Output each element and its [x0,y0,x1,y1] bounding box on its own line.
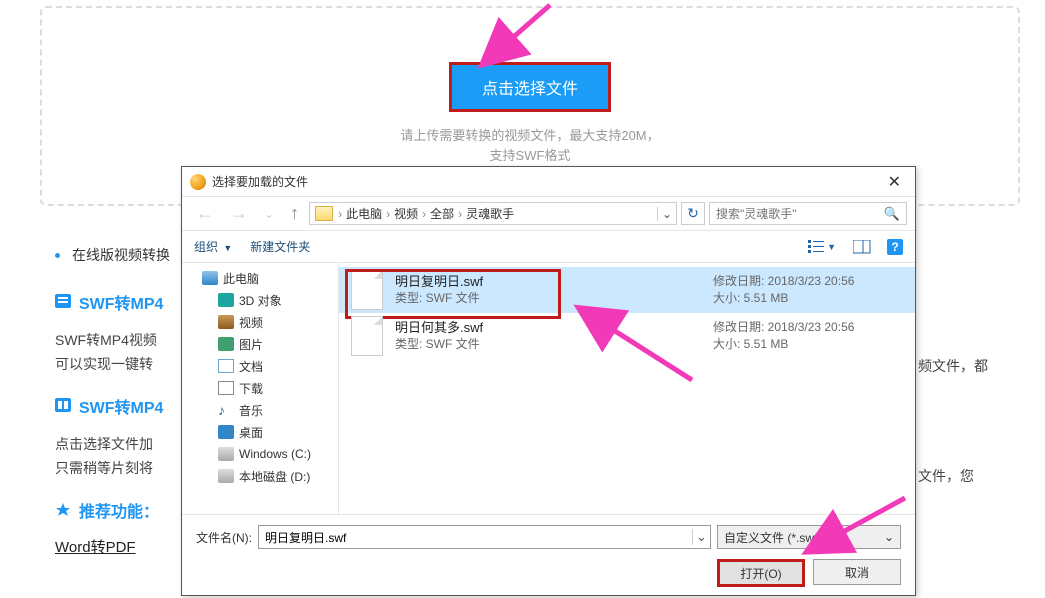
filename-history-icon[interactable]: ⌄ [692,529,710,545]
dialog-sidebar: 此电脑 3D 对象视频图片文档下载♪音乐桌面Windows (C:)本地磁盘 (… [182,263,339,514]
sidebar-item[interactable]: 3D 对象 [182,289,338,311]
help-icon[interactable]: ? [887,239,903,255]
sidebar-item[interactable]: 下载 [182,377,338,399]
upload-hint: 请上传需要转换的视频文件，最大支持20M，支持SWF格式 [42,126,1018,166]
preview-pane-icon[interactable] [847,236,877,258]
3d-icon [218,293,234,307]
video-icon [218,315,234,329]
nav-back-icon[interactable]: ← [190,201,220,226]
sidebar-item[interactable]: 视频 [182,311,338,333]
disk-icon [218,469,234,483]
crumb-folder[interactable]: 灵魂歌手 [462,205,518,222]
file-icon [351,270,383,310]
dialog-footer: 文件名(N): ⌄ 自定义文件 (*.swf)⌄ 打开(O) 取消 [182,515,915,595]
file-row[interactable]: 明日复明日.swf 类型: SWF 文件 修改日期: 2018/3/23 20:… [339,267,915,313]
select-file-button[interactable]: 点击选择文件 [449,62,611,112]
nav-up-icon[interactable]: ↑ [284,201,305,226]
filename-input-wrapper[interactable]: ⌄ [258,525,711,549]
para-2-tail: 文件，您 [918,466,974,486]
filename-input[interactable] [259,530,692,544]
folder-icon [315,206,333,221]
breadcrumb[interactable]: › 此电脑› 视频› 全部› 灵魂歌手 ⌄ [309,202,677,225]
file-type: 类型: SWF 文件 [395,336,713,353]
cancel-button[interactable]: 取消 [813,559,901,585]
file-type: 类型: SWF 文件 [395,290,713,307]
crumb-videos[interactable]: 视频 [390,205,422,222]
file-name: 明日复明日.swf [395,273,713,290]
dialog-title: 选择要加载的文件 [212,173,880,190]
nav-forward-icon[interactable]: → [224,201,254,226]
sidebar-item[interactable]: 桌面 [182,421,338,443]
music-icon: ♪ [218,403,234,417]
file-open-dialog: 选择要加载的文件 ✕ ← → ⌄ ↑ › 此电脑› 视频› 全部› 灵魂歌手 ⌄… [181,166,916,596]
file-size: 大小: 5.51 MB [713,290,903,307]
organize-menu[interactable]: 组织 ▼ [194,238,232,255]
nav-recent-icon[interactable]: ⌄ [258,205,280,223]
dialog-titlebar: 选择要加载的文件 ✕ [182,167,915,197]
refresh-icon[interactable]: ↻ [681,202,705,225]
recommend-link[interactable]: Word转PDF [55,539,136,556]
sidebar-item[interactable]: ♪音乐 [182,399,338,421]
app-icon [190,174,206,190]
sidebar-item[interactable]: 图片 [182,333,338,355]
file-icon [351,316,383,356]
breadcrumb-dropdown-icon[interactable]: ⌄ [657,207,676,221]
sidebar-item[interactable]: Windows (C:) [182,443,338,465]
desktop-icon [218,425,234,439]
file-list: 明日复明日.swf 类型: SWF 文件 修改日期: 2018/3/23 20:… [339,263,915,514]
dialog-navbar: ← → ⌄ ↑ › 此电脑› 视频› 全部› 灵魂歌手 ⌄ ↻ 🔍 [182,197,915,231]
sidebar-item[interactable]: 文档 [182,355,338,377]
search-input[interactable] [710,207,878,221]
search-icon[interactable]: 🔍 [878,206,906,222]
search-box[interactable]: 🔍 [709,202,907,225]
dl-icon [218,381,234,395]
view-mode-icon[interactable]: ▼ [807,236,837,258]
file-name: 明日何其多.swf [395,319,713,336]
file-row[interactable]: 明日何其多.swf 类型: SWF 文件 修改日期: 2018/3/23 20:… [339,313,915,359]
crumb-pc[interactable]: 此电脑 [342,205,386,222]
filename-label: 文件名(N): [196,529,252,546]
doc-icon [218,359,234,373]
sidebar-item[interactable]: 本地磁盘 (D:) [182,465,338,487]
disk-icon [218,447,234,461]
file-size: 大小: 5.51 MB [713,336,903,353]
sidebar-item-this-pc[interactable]: 此电脑 [182,267,338,289]
pc-icon [202,271,218,285]
file-date: 修改日期: 2018/3/23 20:56 [713,319,903,336]
close-icon[interactable]: ✕ [880,172,909,192]
para-1-tail: 频文件，都 [918,356,988,376]
open-button[interactable]: 打开(O) [717,559,805,587]
crumb-all[interactable]: 全部 [426,205,458,222]
img-icon [218,337,234,351]
new-folder-button[interactable]: 新建文件夹 [250,238,310,255]
file-date: 修改日期: 2018/3/23 20:56 [713,273,903,290]
dialog-toolbar: 组织 ▼ 新建文件夹 ▼ ? [182,231,915,263]
file-type-filter[interactable]: 自定义文件 (*.swf)⌄ [717,525,901,549]
